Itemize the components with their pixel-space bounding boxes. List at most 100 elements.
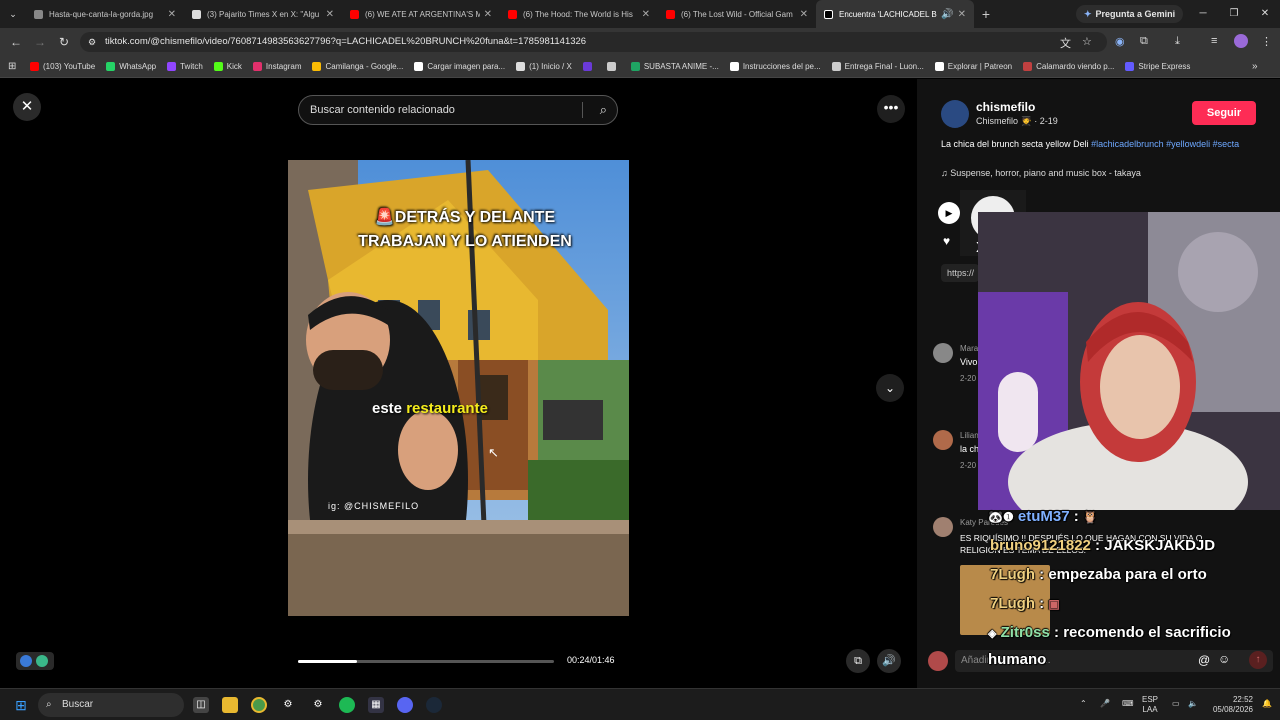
bookmark-item[interactable]: Camilanga - Google... (312, 62, 403, 71)
related-search-input[interactable]: Buscar contenido relacionado ⌕ (298, 95, 618, 125)
tab-close-icon[interactable]: ✕ (958, 9, 966, 20)
media-controls-icon[interactable]: ≡ (1211, 35, 1217, 47)
tab-close-icon[interactable]: ✕ (326, 9, 334, 20)
close-video-button[interactable]: ✕ (13, 93, 41, 121)
floating-extension-widget[interactable] (16, 652, 54, 670)
bookmark-item[interactable]: (1) Inicio / X (516, 62, 572, 71)
language-indicator[interactable]: ESP LAA (1142, 695, 1158, 715)
translate-icon[interactable]: 文 (1060, 35, 1071, 51)
search-icon[interactable]: ⌕ (600, 96, 607, 124)
next-video-button[interactable]: ⌄ (876, 374, 904, 402)
chat-username: 7Lugh (990, 566, 1035, 583)
back-button[interactable]: ← (4, 35, 28, 49)
bookmark-item[interactable]: Entrega Final - Luon... (831, 62, 924, 71)
site-info-icon[interactable]: ⚙ (88, 32, 96, 52)
tab-close-icon[interactable]: ✕ (800, 9, 808, 20)
progress-bar[interactable] (298, 660, 554, 663)
bookmark-item[interactable]: Instrucciones del pe... (729, 62, 821, 71)
network-icon[interactable]: ▭ (1172, 699, 1180, 709)
keyboard-icon[interactable]: ⌨ (1122, 699, 1134, 709)
volume-button[interactable]: 🔊 (877, 649, 901, 673)
close-window-button[interactable]: ✕ (1250, 0, 1280, 28)
search-divider (582, 102, 583, 118)
gemini-button[interactable]: ✦ Pregunta a Gemini (1076, 5, 1184, 23)
bookmark-item[interactable] (606, 62, 620, 71)
app-gear-icon[interactable]: ⚙ (310, 697, 326, 713)
task-view-icon[interactable]: ◫ (193, 697, 209, 713)
windows-start-icon[interactable]: ⊞ (13, 697, 29, 713)
tab-1[interactable]: (3) Pajarito Times X en X: "Algu ✕ (184, 0, 342, 28)
bookmark-item[interactable]: Stripe Express (1125, 62, 1190, 71)
bookmark-item[interactable] (582, 62, 596, 71)
steam-icon[interactable] (426, 697, 442, 713)
tab-close-icon[interactable]: ✕ (168, 9, 176, 20)
apps-grid-icon[interactable]: ⊞ (8, 61, 16, 72)
bookmark-item[interactable]: Calamardo viendo p... (1023, 62, 1114, 71)
menu-kebab-icon[interactable]: ⋮ (1261, 35, 1272, 48)
author-name[interactable]: chismefilo (976, 100, 1035, 114)
bookmark-item[interactable]: WhatsApp (106, 62, 156, 71)
taskbar-search[interactable]: ⌕ Buscar (38, 693, 184, 717)
bookmark-item[interactable]: Kick (213, 62, 242, 71)
tab-2[interactable]: (6) WE ATE AT ARGENTINA'S M ✕ (342, 0, 500, 28)
bookmark-item[interactable]: SUBASTA ANIME -... (630, 62, 719, 71)
emoji-icon[interactable]: ☺ (1218, 652, 1230, 666)
app-icon[interactable]: ▦ (368, 697, 384, 713)
bookmark-item[interactable]: Instagram (252, 62, 301, 71)
settings-gear-icon[interactable]: ⚙ (280, 697, 296, 713)
tab-0[interactable]: Hasta-que-canta-la-gorda.jpg ✕ (26, 0, 184, 28)
spotify-icon[interactable] (339, 697, 355, 713)
discord-icon[interactable] (397, 697, 413, 713)
profile-avatar[interactable] (1234, 34, 1248, 48)
tab-list-button[interactable]: ⌄ (0, 9, 26, 20)
music-info[interactable]: ♫ Suspense, horror, piano and music box … (941, 168, 1141, 178)
extension-icon[interactable]: ◉ (1115, 35, 1125, 48)
file-explorer-icon[interactable] (222, 697, 238, 713)
tab-5-active[interactable]: Encuentra 'LACHICADEL BR 🔊 ✕ (816, 0, 974, 28)
comment-avatar[interactable] (933, 430, 953, 450)
bookmark-item[interactable]: Twitch (167, 62, 203, 71)
copy-link-field[interactable]: https:// (941, 264, 979, 282)
comment-author[interactable]: Mara (960, 344, 978, 353)
clock-date: 05/08/2026 (1212, 705, 1253, 714)
chrome-icon[interactable] (251, 697, 267, 713)
pip-button[interactable]: ⧉ (846, 649, 870, 673)
comment-author[interactable]: Lilian (960, 431, 979, 440)
mention-icon[interactable]: @ (1198, 653, 1210, 667)
audio-icon[interactable]: 🔊 (941, 9, 953, 20)
author-avatar[interactable] (941, 100, 969, 128)
extensions-puzzle-icon[interactable]: ⧉ (1140, 35, 1148, 48)
bookmark-item[interactable]: Cargar imagen para... (414, 62, 505, 71)
reload-button[interactable]: ↻ (52, 35, 76, 49)
emote-icon: ▣ (1048, 597, 1060, 611)
clock[interactable]: 22:52 05/08/2026 (1205, 695, 1253, 715)
comment-avatar[interactable] (933, 517, 953, 537)
tab-close-icon[interactable]: ✕ (642, 9, 650, 20)
forward-button[interactable]: → (28, 35, 52, 49)
bookmark-item[interactable]: (103) YouTube (30, 62, 95, 71)
address-bar[interactable]: ⚙ tiktok.com/@chismefilo/video/7608714983… (80, 32, 1107, 52)
send-icon[interactable]: ↑ (1249, 651, 1267, 669)
caption-word-highlight: restaurante (406, 400, 488, 417)
play-icon[interactable]: ▶ (938, 202, 960, 224)
tab-3[interactable]: (6) The Hood: The World is His ✕ (500, 0, 658, 28)
notification-bell-icon[interactable]: 🔔 (1262, 699, 1272, 709)
tray-chevron-icon[interactable]: ⌃ (1080, 699, 1087, 709)
tab-4[interactable]: (6) The Lost Wild - Official Gam ✕ (658, 0, 816, 28)
bookmark-star-icon[interactable]: ☆ (1082, 35, 1092, 48)
description-hashtags[interactable]: #lachicadelbrunch #yellowdeli #secta (1091, 139, 1239, 149)
more-options-button[interactable]: ••• (877, 95, 905, 123)
video-player[interactable]: 🚨DETRÁS Y DELANTE TRABAJAN Y LO ATIENDEN… (288, 160, 629, 616)
more-bookmarks-icon[interactable]: » (1252, 61, 1258, 72)
download-icon[interactable]: ⤓ (1175, 35, 1180, 48)
follow-button[interactable]: Seguir (1192, 101, 1256, 125)
restore-button[interactable]: ❐ (1219, 0, 1249, 28)
comment-avatar[interactable] (933, 343, 953, 363)
heart-icon[interactable]: ♥ (943, 234, 950, 248)
microphone-icon[interactable]: 🎤 (1100, 699, 1110, 709)
bookmark-item[interactable]: Explorar | Patreon (934, 62, 1012, 71)
minimize-button[interactable]: ─ (1188, 0, 1218, 28)
speaker-icon[interactable]: 🔈 (1188, 699, 1198, 709)
new-tab-button[interactable]: + (974, 6, 998, 22)
tab-close-icon[interactable]: ✕ (484, 9, 492, 20)
